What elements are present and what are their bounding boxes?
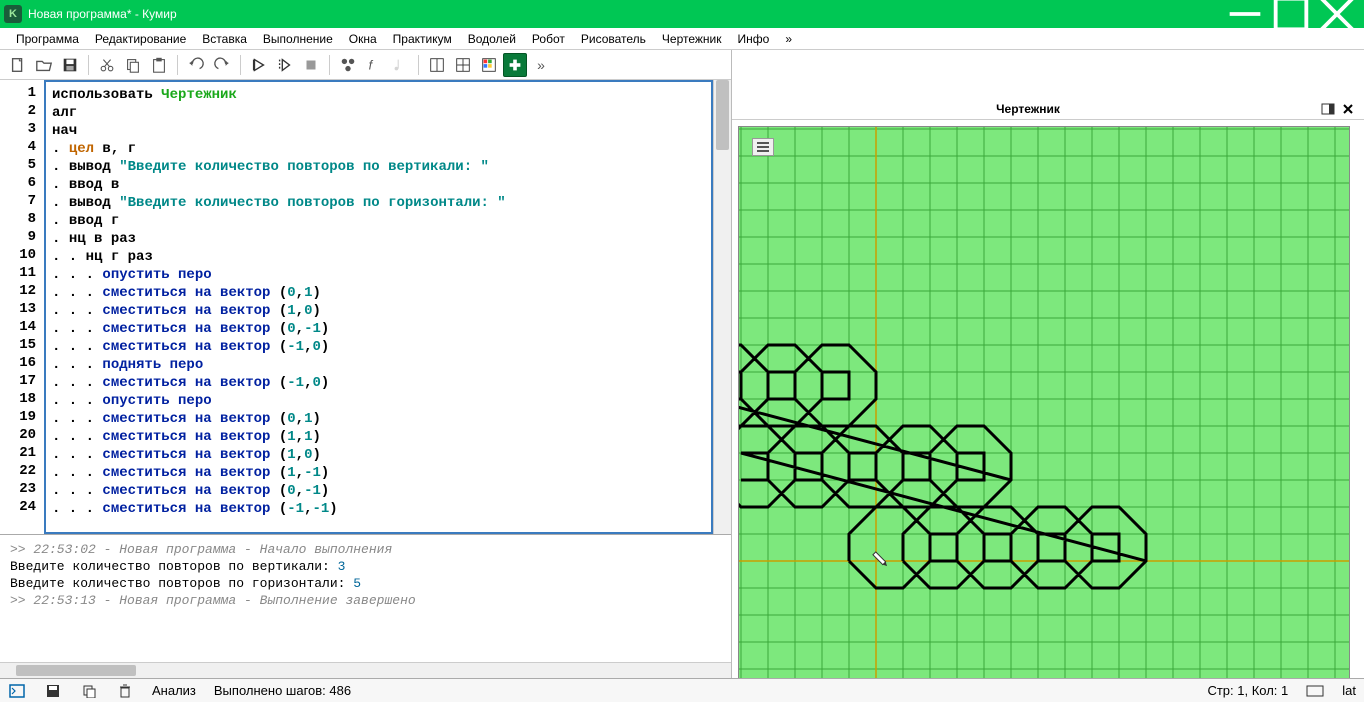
status-terminal-icon[interactable]	[8, 682, 26, 700]
status-copy-icon[interactable]	[80, 682, 98, 700]
panel-dock-icon[interactable]	[1318, 100, 1338, 118]
code-editor[interactable]: 123456789101112131415161718192021222324 …	[0, 80, 731, 534]
menubar: ПрограммаРедактированиеВставкаВыполнение…	[0, 28, 1364, 50]
status-save-icon[interactable]	[44, 682, 62, 700]
redo-icon[interactable]	[210, 53, 234, 77]
titlebar: K Новая программа* - Кумир	[0, 0, 1364, 28]
close-button[interactable]	[1314, 0, 1360, 28]
menu-Программа[interactable]: Программа	[8, 29, 87, 49]
horizontal-scrollbar[interactable]	[0, 662, 731, 678]
new-file-icon[interactable]	[6, 53, 30, 77]
status-lang[interactable]: lat	[1342, 683, 1356, 698]
function-icon[interactable]: f	[362, 53, 386, 77]
output-console[interactable]: >> 22:53:02 - Новая программа - Начало в…	[0, 534, 731, 662]
panel-title-label: Чертежник	[738, 102, 1318, 116]
drawer-canvas[interactable]	[732, 120, 1364, 678]
more-icon[interactable]: »	[529, 53, 553, 77]
menu-Рисователь[interactable]: Рисователь	[573, 29, 654, 49]
cut-icon[interactable]	[95, 53, 119, 77]
status-keyboard-icon[interactable]	[1306, 682, 1324, 700]
menu-Окна[interactable]: Окна	[341, 29, 385, 49]
menu-Практикум[interactable]: Практикум	[385, 29, 460, 49]
vertical-scrollbar[interactable]	[713, 80, 731, 534]
copy-icon[interactable]	[121, 53, 145, 77]
menu-Водолей[interactable]: Водолей	[460, 29, 524, 49]
statusbar: Анализ Выполнено шагов: 486 Стр: 1, Кол:…	[0, 678, 1364, 702]
code-area[interactable]: использовать Чертежникалгнач. цел в, г. …	[44, 80, 713, 534]
menu-Выполнение[interactable]: Выполнение	[255, 29, 341, 49]
status-cursor-pos: Стр: 1, Кол: 1	[1207, 683, 1288, 698]
toolbar: f »	[0, 50, 731, 80]
panel-close-icon[interactable]	[1338, 100, 1358, 118]
actors-icon[interactable]	[336, 53, 360, 77]
canvas-menu-icon[interactable]	[752, 138, 774, 156]
menu-Инфо[interactable]: Инфо	[730, 29, 778, 49]
menu-Чертежник[interactable]: Чертежник	[654, 29, 730, 49]
status-delete-icon[interactable]	[116, 682, 134, 700]
line-gutter: 123456789101112131415161718192021222324	[0, 80, 44, 534]
stop-icon[interactable]	[299, 53, 323, 77]
grid1-icon[interactable]	[425, 53, 449, 77]
open-file-icon[interactable]	[32, 53, 56, 77]
step-icon[interactable]	[273, 53, 297, 77]
grid2-icon[interactable]	[451, 53, 475, 77]
app-icon: K	[4, 5, 22, 23]
drawer-panel-title: Чертежник	[732, 98, 1364, 120]
menu-Редактирование[interactable]: Редактирование	[87, 29, 194, 49]
undo-icon[interactable]	[184, 53, 208, 77]
music-icon[interactable]	[388, 53, 412, 77]
menu-Робот[interactable]: Робот	[524, 29, 573, 49]
minimize-button[interactable]	[1222, 0, 1268, 28]
status-steps: Выполнено шагов: 486	[214, 683, 351, 698]
maximize-button[interactable]	[1268, 0, 1314, 28]
green-square-icon[interactable]	[503, 53, 527, 77]
menu-Вставка[interactable]: Вставка	[194, 29, 255, 49]
paste-icon[interactable]	[147, 53, 171, 77]
run-icon[interactable]	[247, 53, 271, 77]
menu-»[interactable]: »	[777, 29, 800, 49]
status-analysis[interactable]: Анализ	[152, 683, 196, 698]
palette-icon[interactable]	[477, 53, 501, 77]
window-title: Новая программа* - Кумир	[28, 7, 1222, 21]
svg-text:f: f	[369, 58, 374, 72]
drawer-svg	[738, 126, 1350, 678]
save-file-icon[interactable]	[58, 53, 82, 77]
